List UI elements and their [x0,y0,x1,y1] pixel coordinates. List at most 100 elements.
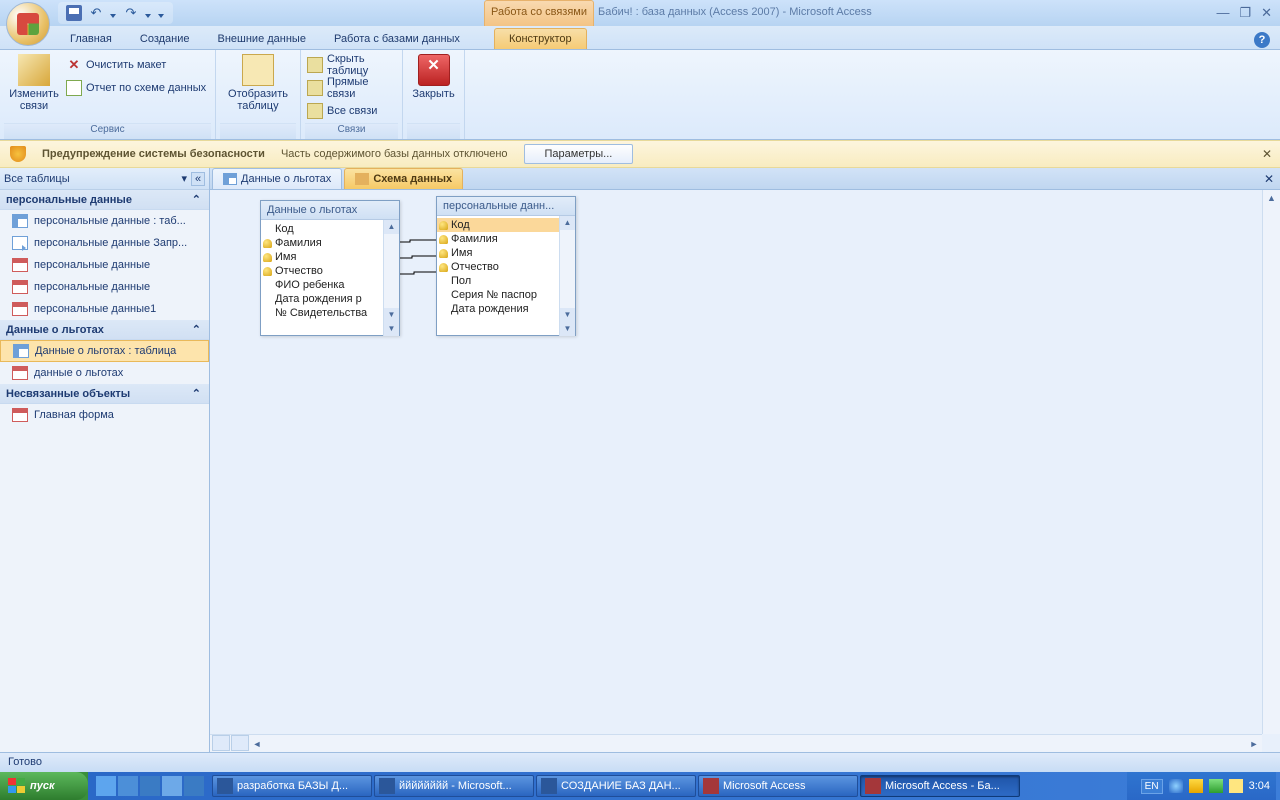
nav-group-header[interactable]: Данные о льготах⌃ [0,320,209,340]
navigation-pane: Все таблицы ▾« персональные данные⌃персо… [0,168,210,752]
nav-item[interactable]: персональные данные : таб... [0,210,209,232]
table-field[interactable]: Дата рождения р [261,292,383,306]
vertical-scrollbar[interactable]: ▲ [1262,190,1280,734]
redo-icon[interactable]: ↷ [123,5,139,21]
save-icon[interactable] [66,5,82,21]
hide-table-button[interactable]: Скрыть таблицу [305,54,398,76]
restore-button[interactable]: ❐ [1239,5,1251,21]
all-relationships-button[interactable]: Все связи [305,100,398,122]
relationships-canvas[interactable]: Данные о льготах КодФамилияИмяОтчествоФИ… [210,190,1280,752]
doc-tab-data[interactable]: Данные о льготах [212,168,342,189]
tab-home[interactable]: Главная [56,29,126,49]
tab-external-data[interactable]: Внешние данные [204,29,320,49]
ribbon: Изменить связи ✕Очистить макет Отчет по … [0,50,1280,140]
table-field[interactable]: Серия № паспор [437,288,559,302]
close-button[interactable]: ✕ [1261,5,1272,21]
nav-group-header[interactable]: Несвязанные объекты⌃ [0,384,209,404]
table-field[interactable]: Имя [437,246,559,260]
nav-dropdown-icon[interactable]: ▾ [181,172,187,186]
table-field[interactable]: ФИО ребенка [261,278,383,292]
nav-item[interactable]: персональные данные1 [0,298,209,320]
table-field[interactable]: № Свидетельства [261,306,383,320]
edit-relationships-icon [18,54,50,86]
minimize-button[interactable]: — [1216,5,1229,21]
nav-item[interactable]: Главная форма [0,404,209,426]
tab-create[interactable]: Создание [126,29,204,49]
nav-item[interactable]: персональные данные [0,254,209,276]
collapse-icon[interactable]: ⌃ [192,387,201,400]
scrollbar[interactable]: ▲▼▼ [559,216,575,336]
table-title[interactable]: Данные о льготах [261,201,399,220]
relationship-report-button[interactable]: Отчет по схеме данных [64,77,211,99]
undo-dropdown-icon[interactable] [110,10,117,17]
view-shortcuts[interactable] [212,735,249,752]
taskbar-button[interactable]: Microsoft Access [698,775,858,797]
nav-item-label: персональные данные [34,259,150,271]
document-area: Данные о льготах Схема данных ✕ Данные о… [210,168,1280,752]
taskbar-button[interactable]: СОЗДАНИЕ БАЗ ДАН... [536,775,696,797]
clear-layout-button[interactable]: ✕Очистить макет [64,54,211,76]
office-button[interactable] [6,2,50,46]
hide-table-icon [307,57,323,73]
scrollbar[interactable]: ▲▼▼ [383,220,399,336]
table-field[interactable]: Отчество [437,260,559,274]
qat-customize-icon[interactable] [158,10,165,17]
table-field[interactable]: Фамилия [437,232,559,246]
table-field[interactable]: Фамилия [261,236,383,250]
edit-relationships-button[interactable]: Изменить связи [4,52,64,123]
nav-collapse-button[interactable]: « [191,172,205,186]
clock[interactable]: 3:04 [1249,780,1270,792]
nav-item-label: персональные данные [34,281,150,293]
table-field[interactable]: Дата рождения [437,302,559,316]
nav-header[interactable]: Все таблицы ▾« [0,168,209,190]
nav-item-label: Данные о льготах : таблица [35,345,176,357]
close-view-button[interactable]: ✕ Закрыть [407,52,460,123]
nav-item[interactable]: Данные о льготах : таблица [0,340,209,362]
taskbar-button[interactable]: Microsoft Access - Ба... [860,775,1020,797]
clear-icon: ✕ [66,57,82,73]
tray-icon[interactable] [1169,779,1183,793]
system-tray[interactable]: EN 3:04 [1127,772,1276,800]
contextual-tab-header: Работа со связями [484,0,594,26]
nav-group-header[interactable]: персональные данные⌃ [0,190,209,210]
collapse-icon[interactable]: ⌃ [192,323,201,336]
nav-item[interactable]: данные о льготах [0,362,209,384]
table-icon [12,214,28,228]
tray-icon[interactable] [1189,779,1203,793]
collapse-icon[interactable]: ⌃ [192,193,201,206]
taskbar-button[interactable]: йййййййй - Microsoft... [374,775,534,797]
table-title[interactable]: персональные данн... [437,197,575,216]
language-indicator[interactable]: EN [1141,779,1163,794]
direct-relationships-button[interactable]: Прямые связи [305,77,398,99]
horizontal-scrollbar[interactable]: ◄► [210,734,1262,752]
table-box[interactable]: Данные о льготах КодФамилияИмяОтчествоФИ… [260,200,400,336]
doc-tab-relationships[interactable]: Схема данных [344,168,463,189]
table-field[interactable]: Имя [261,250,383,264]
window-title: Бабич! : база данных (Access 2007) - Mic… [598,6,872,18]
taskbar-button[interactable]: разработка БАЗЫ Д... [212,775,372,797]
access-icon [703,778,719,794]
table-field[interactable]: Код [437,218,559,232]
doc-tab-close-button[interactable]: ✕ [1264,172,1274,186]
query-icon [12,236,28,250]
table-field[interactable]: Пол [437,274,559,288]
quick-launch[interactable] [96,776,204,796]
table-field[interactable]: Отчество [261,264,383,278]
tab-database-tools[interactable]: Работа с базами данных [320,29,474,49]
tab-design[interactable]: Конструктор [494,28,587,49]
nav-item[interactable]: персональные данные Запр... [0,232,209,254]
security-options-button[interactable]: Параметры... [524,144,634,164]
help-button[interactable]: ? [1254,32,1270,48]
form-icon [12,366,28,380]
undo-icon[interactable]: ↶ [88,5,104,21]
redo-dropdown-icon[interactable] [145,10,152,17]
table-field[interactable]: Код [261,222,383,236]
taskbar: пуск разработка БАЗЫ Д...йййййййй - Micr… [0,772,1280,800]
security-close-button[interactable]: ✕ [1262,147,1272,161]
table-box[interactable]: персональные данн... КодФамилияИмяОтчест… [436,196,576,336]
tray-icon[interactable] [1209,779,1223,793]
show-table-button[interactable]: Отобразить таблицу [220,52,296,123]
tray-icon[interactable] [1229,779,1243,793]
start-button[interactable]: пуск [0,772,88,800]
nav-item[interactable]: персональные данные [0,276,209,298]
